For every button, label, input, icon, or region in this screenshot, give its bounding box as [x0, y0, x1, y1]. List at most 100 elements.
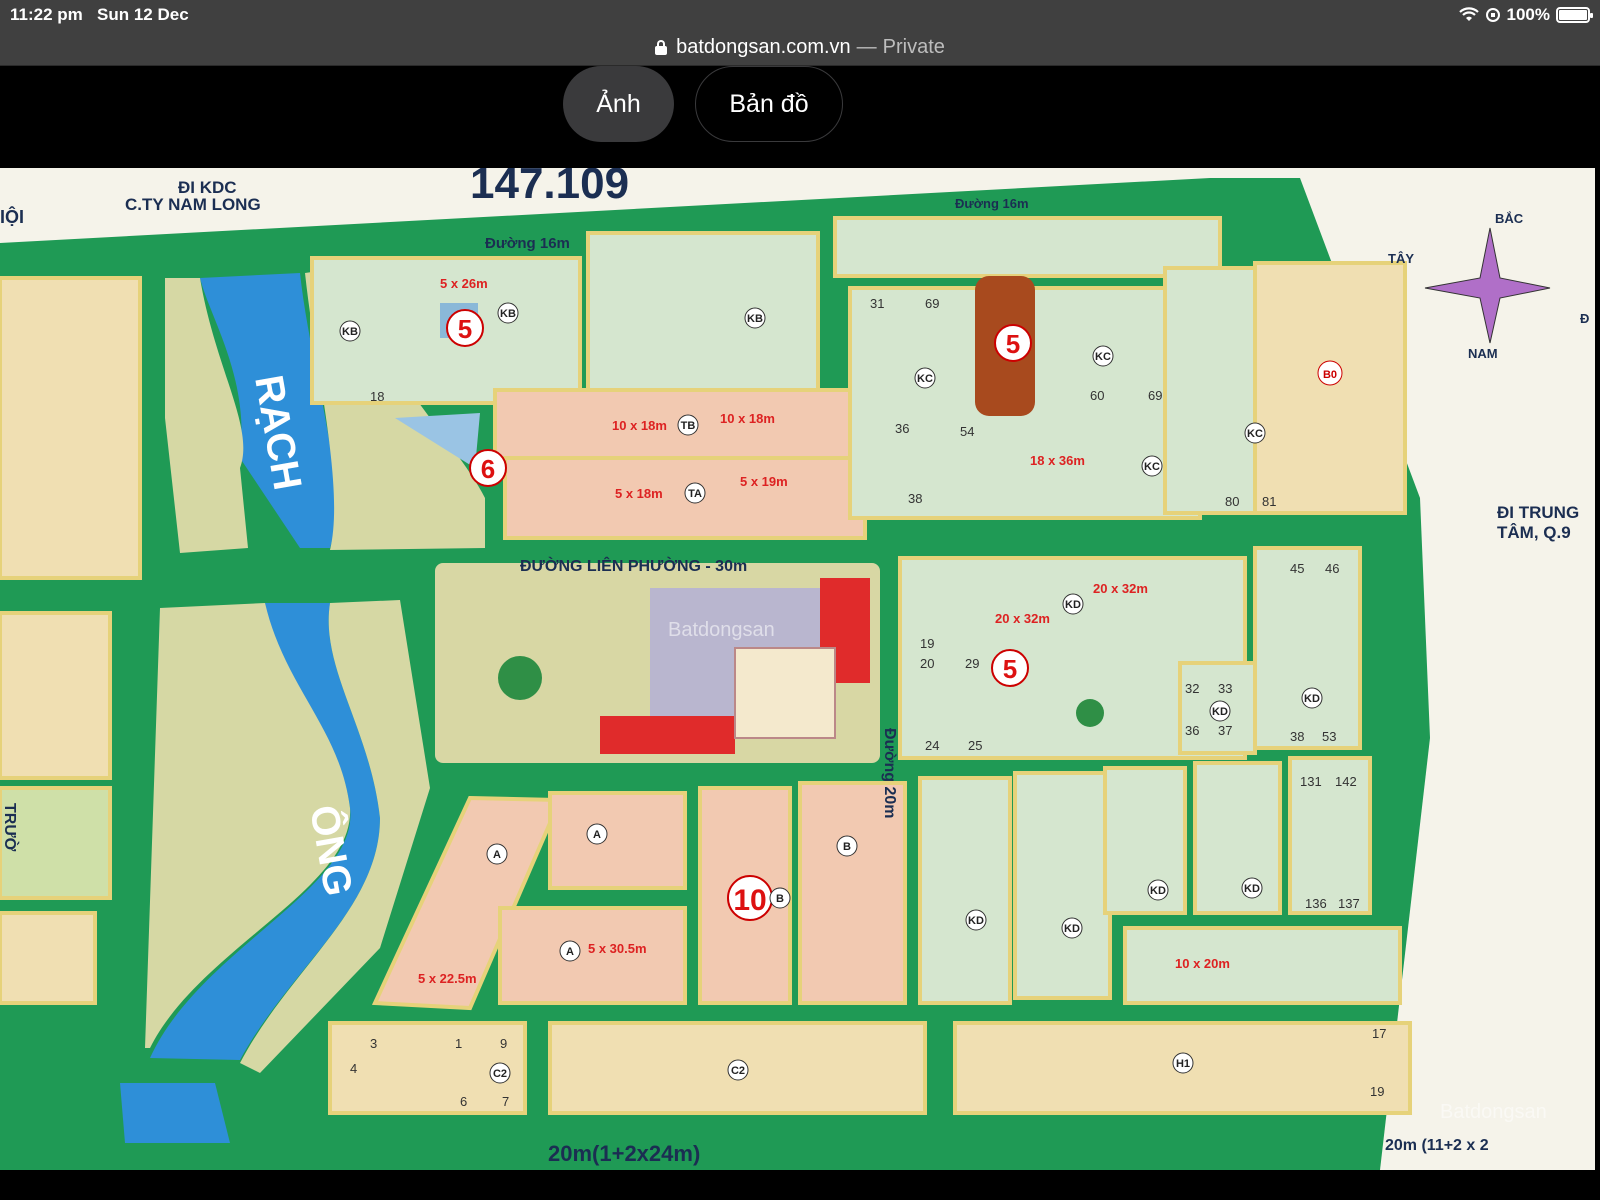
address-text[interactable]: batdongsan.com.vn — Private: [655, 36, 945, 59]
block-code: B: [843, 841, 851, 853]
svg-text:1: 1: [455, 1036, 462, 1051]
block-code: KB: [747, 313, 763, 325]
battery-icon: [1556, 7, 1593, 23]
block-code: A: [566, 946, 574, 958]
dest-trung-tam-2: TÂM, Q.9: [1497, 523, 1571, 542]
orientation-lock-icon: [1485, 8, 1500, 22]
compass-south: NAM: [1468, 346, 1498, 361]
view-toggle: Ảnh Bản đồ: [0, 66, 1600, 168]
block-number: 5: [1003, 654, 1017, 684]
svg-text:142: 142: [1335, 774, 1357, 789]
block-number: 10: [733, 884, 766, 917]
block-code: TA: [688, 488, 702, 500]
block-number: 6: [481, 454, 495, 484]
block-code: KD: [1150, 885, 1166, 897]
watermark: Batdongsan: [1440, 1101, 1547, 1123]
block-code: KB: [342, 326, 358, 338]
label-bottom-right-road: 20m (11+2 x 2: [1385, 1137, 1489, 1154]
svg-text:17: 17: [1372, 1026, 1386, 1041]
svg-text:4: 4: [350, 1061, 357, 1076]
dimension-label: 5 x 22.5m: [418, 971, 477, 986]
dimension-label: 20 x 32m: [1093, 581, 1148, 596]
block-code: B0: [1323, 369, 1337, 381]
block-code: KC: [1095, 351, 1111, 363]
svg-text:32: 32: [1185, 681, 1199, 696]
dimension-label: 20 x 32m: [995, 611, 1050, 626]
dimension-label: 5 x 30.5m: [588, 941, 647, 956]
status-time: 11:22 pm: [10, 5, 83, 24]
svg-text:46: 46: [1325, 561, 1339, 576]
svg-text:137: 137: [1338, 896, 1360, 911]
block-code: TB: [681, 420, 696, 432]
svg-text:9: 9: [500, 1036, 507, 1051]
dimension-label: 10 x 20m: [1175, 956, 1230, 971]
label-side-fragment: TRƯỜ: [1, 803, 20, 852]
svg-text:6: 6: [460, 1094, 467, 1109]
svg-text:80: 80: [1225, 494, 1239, 509]
block-code: B: [776, 893, 784, 905]
svg-text:38: 38: [908, 491, 922, 506]
svg-text:37: 37: [1218, 723, 1232, 738]
tab-map[interactable]: Bản đồ: [695, 66, 843, 142]
svg-text:36: 36: [1185, 723, 1199, 738]
tab-photo[interactable]: Ảnh: [563, 66, 674, 142]
block-code: KB: [500, 308, 516, 320]
watermark-center: Batdongsan: [668, 619, 775, 641]
dest-trung-tam-1: ĐI TRUNG: [1497, 503, 1579, 522]
wifi-icon: [1458, 7, 1479, 21]
block-code: KD: [1304, 693, 1320, 705]
dimension-label: 10 x 18m: [720, 411, 775, 426]
svg-text:19: 19: [1370, 1084, 1384, 1099]
svg-text:53: 53: [1322, 729, 1336, 744]
svg-text:33: 33: [1218, 681, 1232, 696]
svg-text:25: 25: [968, 738, 982, 753]
block-code: H1: [1176, 1058, 1190, 1070]
block-code: KC: [917, 373, 933, 385]
block-code: A: [593, 829, 601, 841]
site-plan-map: 147.109 IỘI ĐI KDC C.TY NAM LONG Đường 1…: [0, 168, 1595, 1170]
header-number: 147.109: [470, 168, 629, 208]
svg-text:45: 45: [1290, 561, 1304, 576]
block-code: C2: [731, 1065, 745, 1077]
svg-text:36: 36: [895, 421, 909, 436]
svg-text:3: 3: [370, 1036, 377, 1051]
battery-fill: [1559, 10, 1587, 20]
label-road-16m-b: Đường 16m: [955, 196, 1029, 211]
block-code: KD: [1212, 706, 1228, 718]
svg-text:31: 31: [870, 296, 884, 311]
label-company: C.TY NAM LONG: [125, 195, 261, 214]
svg-text:136: 136: [1305, 896, 1327, 911]
address-bar[interactable]: batdongsan.com.vn — Private: [0, 30, 1600, 66]
dimension-label: 10 x 18m: [612, 418, 667, 433]
svg-text:69: 69: [1148, 388, 1162, 403]
label-road-20m: Đường 20m: [881, 728, 898, 819]
label-lien-phuong-road: ĐƯỜNG LIÊN PHƯỜNG - 30m: [520, 556, 747, 575]
svg-text:7: 7: [502, 1094, 509, 1109]
block-code: KC: [1247, 428, 1263, 440]
label-bottom-road: 20m(1+2x24m): [548, 1141, 700, 1166]
dimension-label: 5 x 18m: [615, 486, 663, 501]
svg-text:29: 29: [965, 656, 979, 671]
compass-west: TÂY: [1388, 251, 1414, 266]
label-left-fragment: IỘI: [0, 206, 24, 227]
block-code: KC: [1144, 461, 1160, 473]
status-bar: 11:22 pm Sun 12 Dec 100%: [0, 0, 1600, 30]
block-number: 5: [1006, 329, 1020, 359]
address-separator: —: [856, 36, 877, 58]
svg-text:60: 60: [1090, 388, 1104, 403]
svg-text:20: 20: [920, 656, 934, 671]
block-number: 5: [458, 314, 472, 344]
svg-text:69: 69: [925, 296, 939, 311]
block-code: C2: [493, 1068, 507, 1080]
svg-text:18: 18: [370, 389, 384, 404]
block-code: KD: [1064, 923, 1080, 935]
svg-text:38: 38: [1290, 729, 1304, 744]
svg-text:24: 24: [925, 738, 939, 753]
block-code: KD: [1244, 883, 1260, 895]
status-indicators: 100%: [1458, 5, 1593, 25]
map-image[interactable]: 147.109 IỘI ĐI KDC C.TY NAM LONG Đường 1…: [0, 168, 1595, 1170]
battery-percent: 100%: [1506, 5, 1550, 24]
block-code: KD: [968, 915, 984, 927]
svg-text:131: 131: [1300, 774, 1322, 789]
compass-north: BẮC: [1495, 211, 1524, 226]
